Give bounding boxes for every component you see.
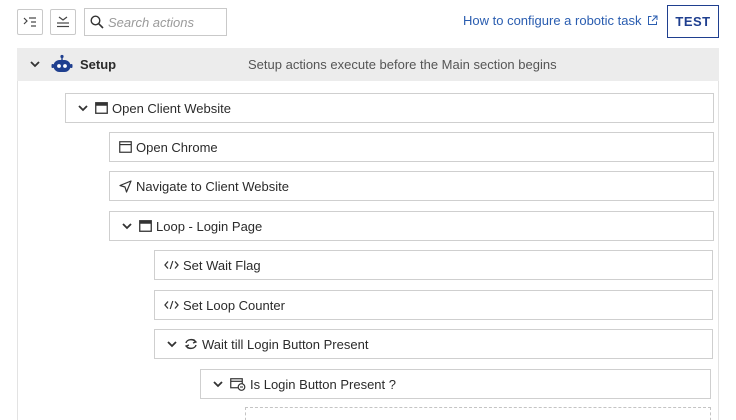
expand-all-icon [23, 17, 36, 27]
setup-section-header[interactable]: Setup Setup actions execute before the M… [17, 48, 719, 81]
help-link[interactable]: How to configure a robotic task [463, 13, 658, 28]
search-icon [90, 15, 104, 29]
action-label: Navigate to Client Website [136, 178, 289, 194]
action-label: Set Loop Counter [183, 297, 285, 313]
test-button[interactable]: TEST [667, 5, 719, 38]
action-open-client-website[interactable]: Open Client Website [65, 93, 714, 123]
navigate-arrow-icon [119, 179, 132, 193]
chevron-down-icon[interactable] [212, 378, 224, 390]
window-icon [139, 220, 152, 232]
window-outline-icon [119, 141, 132, 153]
loop-icon [184, 338, 198, 350]
collapse-all-icon [57, 16, 69, 28]
action-navigate-to-client-website[interactable]: Navigate to Client Website [109, 171, 714, 201]
chevron-down-icon[interactable] [166, 338, 178, 350]
action-label: Open Chrome [136, 139, 218, 155]
action-label: Is Login Button Present ? [250, 376, 396, 392]
setup-description: Setup actions execute before the Main se… [248, 57, 557, 72]
code-icon [164, 300, 179, 310]
chevron-down-icon[interactable] [77, 102, 89, 114]
window-icon [95, 102, 108, 114]
action-open-chrome[interactable]: Open Chrome [109, 132, 714, 162]
action-label: Wait till Login Button Present [202, 336, 369, 352]
action-label: Open Client Website [112, 100, 231, 116]
expand-all-button[interactable] [17, 9, 43, 35]
action-label: Set Wait Flag [183, 257, 261, 273]
condition-icon [230, 377, 246, 391]
help-link-label: How to configure a robotic task [463, 13, 642, 28]
robot-icon [51, 54, 73, 72]
chevron-down-icon[interactable] [29, 58, 41, 70]
robotic-task-editor: How to configure a robotic task TEST Set… [0, 0, 736, 420]
action-set-wait-flag[interactable]: Set Wait Flag [154, 250, 713, 280]
action-wait-till-login-button-present[interactable]: Wait till Login Button Present [154, 329, 713, 359]
chevron-down-icon[interactable] [121, 220, 133, 232]
search-box[interactable] [84, 8, 227, 36]
action-label: Loop - Login Page [156, 218, 263, 234]
external-link-icon [648, 15, 658, 25]
action-loop-login-page[interactable]: Loop - Login Page [109, 211, 714, 241]
setup-title: Setup [80, 57, 117, 72]
code-icon [164, 260, 179, 270]
action-is-login-button-present[interactable]: Is Login Button Present ? [200, 369, 711, 399]
collapse-all-button[interactable] [50, 9, 76, 35]
action-set-loop-counter[interactable]: Set Loop Counter [154, 290, 713, 320]
drop-zone[interactable] [245, 407, 711, 420]
search-input[interactable] [108, 14, 218, 30]
